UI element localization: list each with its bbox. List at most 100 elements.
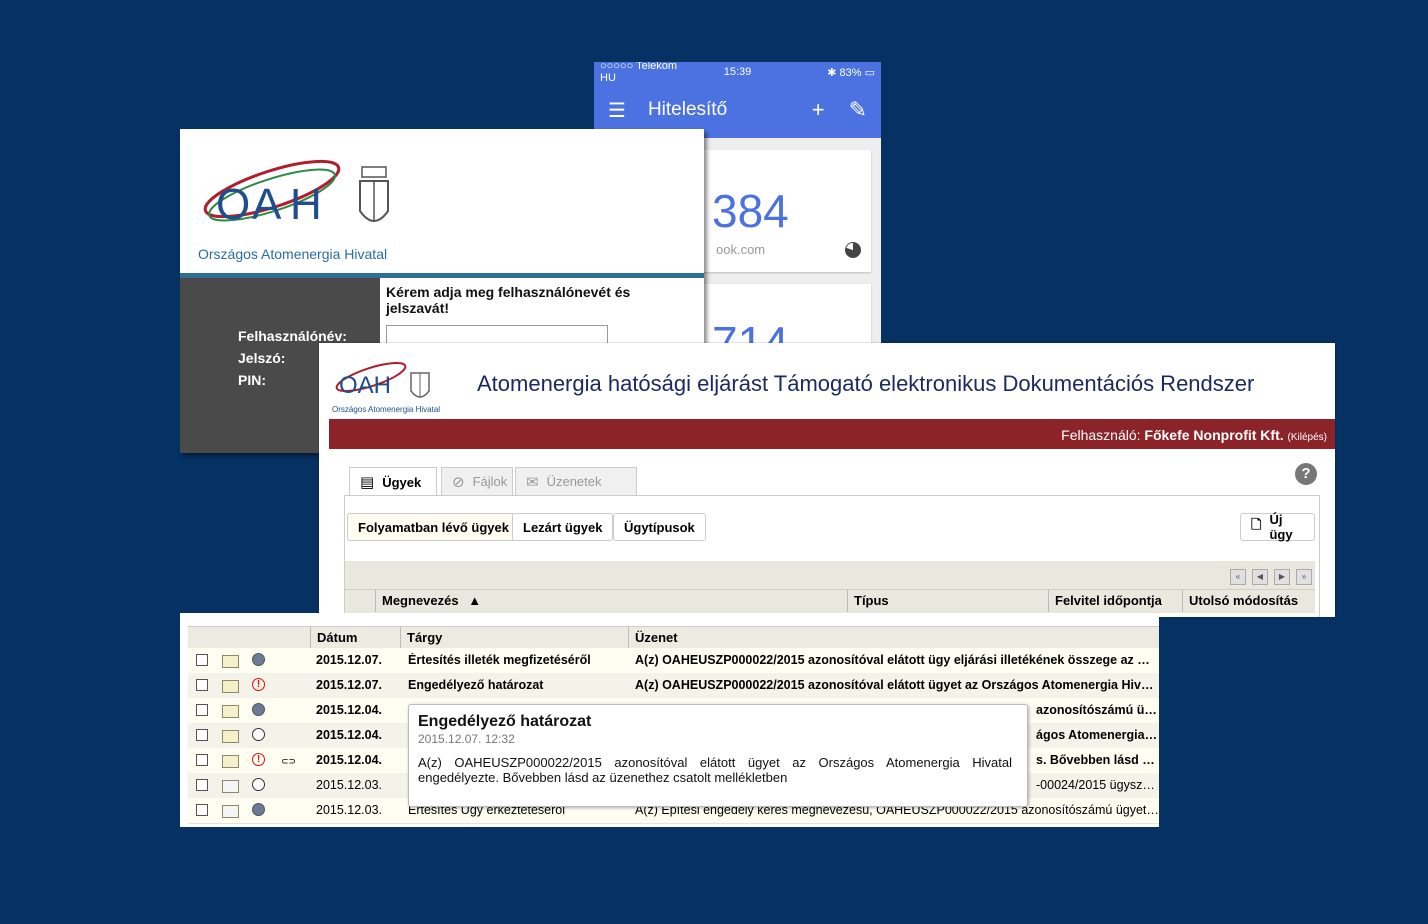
attachment-icon: ⊂⊃ [281,756,297,766]
help-icon[interactable]: ? [1295,463,1317,485]
column-date[interactable]: Dátum [310,627,400,648]
column-subject[interactable]: Tárgy [400,627,628,648]
row-checkbox[interactable] [196,804,208,816]
envelope-icon [222,705,239,718]
active-cases-button[interactable]: Folyamatban lévő ügyek [347,513,520,541]
message-date: 2015.12.04. [316,703,383,717]
message-date: 2015.12.03. [316,803,383,817]
row-checkbox[interactable] [196,654,208,666]
grid-header: Megnevezés ▲ Típus Felvitel időpontja Ut… [345,589,1316,617]
new-case-button[interactable]: 🗋 Új ügy [1240,512,1315,542]
message-date: 2015.12.04. [316,753,383,767]
username-label: Felhasználónév: [238,328,347,344]
message-text: s. Bővebben lásd az üzenethez [1036,753,1159,767]
add-icon[interactable]: + [812,97,825,123]
status-icon [252,778,265,791]
tooltip-title: Engedélyező határozat [418,713,592,730]
status-icon [252,803,265,816]
first-page-icon[interactable]: « [1230,569,1246,585]
svg-text:O: O [216,180,250,229]
message-text: A(z) OAHEUSZP000022/2015 azonosítóval el… [635,678,1159,692]
message-subject: Értesítés illeték megfizetéséről [408,653,591,667]
tab-files[interactable]: ⊘ Fájlok [441,467,513,495]
app-title: Hitelesítő [647,99,728,120]
pin-label: PIN: [238,372,266,388]
phone-status-bar: ○○○○○ Telekom HU 15:39 ✱ 83% ▭ [594,62,881,84]
oah-logo-icon: O A H [203,159,341,229]
column-message[interactable]: Üzenet [628,627,1159,648]
case-types-button[interactable]: Ügytípusok [613,513,706,541]
column-type[interactable]: Típus [847,590,1048,612]
envelope-icon [222,730,239,743]
coat-of-arms-small-icon [410,372,430,398]
envelope-icon [222,805,239,818]
auth-code: 384 [712,185,789,237]
message-text: -00024/2015 ügyszámú [1036,778,1159,792]
svg-text:OAH: OAH [339,372,391,399]
status-icon [252,653,265,666]
logout-link[interactable]: (Kilépés) [1288,432,1327,443]
message-date: 2015.12.07. [316,653,383,667]
last-page-icon[interactable]: » [1296,569,1312,585]
message-date: 2015.12.04. [316,728,383,742]
warning-icon: ! [252,678,265,691]
message-date: 2015.12.07. [316,678,383,692]
row-checkbox[interactable] [196,779,208,791]
row-checkbox[interactable] [196,679,208,691]
menu-icon[interactable]: ☰ [608,98,626,123]
carrier-label: ○○○○○ Telekom HU [600,62,678,84]
tab-label: Fájlok [472,474,508,489]
account-label: ook.com [716,242,766,257]
column-name[interactable]: Megnevezés ▲ [375,590,847,612]
tooltip-body: A(z) OAHEUSZP000022/2015 azonosítóval el… [418,755,1012,785]
column-label: Utolsó módosítás [1189,593,1299,608]
clock-label: 15:39 [723,66,752,78]
login-prompt: Kérem adja meg felhasználónevét és jelsz… [386,284,631,316]
org-name: Országos Atomenergia Hivatal [198,246,388,262]
oah-logo-small-icon: OAH [335,361,407,399]
message-tooltip: Engedélyező határozat 2015.12.07. 12:32 … [408,704,1028,807]
paperclip-icon: ⊘ [452,473,465,491]
status-icon [252,703,265,716]
sort-up-icon: ▲ [468,593,482,608]
envelope-icon: ✉ [526,473,539,491]
coat-of-arms-icon [359,166,389,222]
message-text: A(z) OAHEUSZP000022/2015 azonosítóval el… [635,653,1159,667]
dms-window: OAH Országos Atomenergia Hivatal Atomene… [319,343,1335,617]
battery-label: ✱ 83% ▭ [827,66,876,79]
timer-icon [845,242,861,258]
user-name: Főkefe Nonprofit Kft. [1144,427,1284,443]
password-label: Jelszó: [238,350,286,366]
messages-header: Dátum Tárgy Üzenet [188,626,1159,649]
message-text: azonosítószámú ügyhöz [1036,703,1159,717]
cases-panel: Folyamatban lévő ügyek Lezárt ügyek Ügyt… [344,495,1320,617]
table-row[interactable]: 2015.12.07. Értesítés illeték megfizetésé… [188,648,1159,674]
next-page-icon[interactable]: ▶ [1274,569,1290,585]
closed-cases-button[interactable]: Lezárt ügyek [512,513,614,541]
table-row[interactable]: ! 2015.12.07. Engedélyező határozat A(z) OA… [188,673,1159,699]
prev-page-icon[interactable]: ◀ [1252,569,1268,585]
status-icon [252,728,265,741]
column-modified[interactable]: Utolsó módosítás ⌄ [1182,590,1316,617]
edit-icon[interactable]: ✎ [849,97,867,123]
message-subject: Engedélyező határozat [408,678,544,692]
app-title: Atomenergia hatósági eljárást Támogató e… [477,371,1255,396]
column-label: Megnevezés [382,593,459,608]
tab-cases[interactable]: ▤ Ügyek [349,467,437,496]
org-name-small: Országos Atomenergia Hivatal [332,405,441,414]
tab-label: Üzenetek [546,474,602,489]
envelope-icon [222,680,239,693]
warning-icon: ! [252,753,265,766]
row-checkbox[interactable] [196,704,208,716]
new-case-label: Új ügy [1269,512,1293,542]
document-icon: ▤ [360,474,375,491]
message-date: 2015.12.03. [316,778,383,792]
row-checkbox[interactable] [196,729,208,741]
column-created[interactable]: Felvitel időpontja [1048,590,1182,612]
tab-messages[interactable]: ✉ Üzenetek [515,467,637,495]
envelope-icon [222,780,239,793]
tab-label: Ügyek [382,474,422,490]
row-checkbox[interactable] [196,754,208,766]
envelope-icon [222,655,239,668]
tooltip-date: 2015.12.07. 12:32 [418,732,515,746]
